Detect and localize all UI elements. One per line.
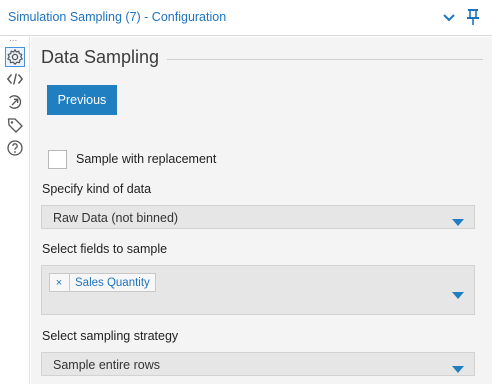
tag-icon[interactable] bbox=[6, 116, 24, 134]
configuration-panel: Data Sampling Previous Sample with repla… bbox=[31, 37, 492, 384]
annotation-icon[interactable] bbox=[6, 93, 24, 111]
tag-divider bbox=[69, 274, 70, 291]
pin-icon[interactable] bbox=[465, 8, 481, 26]
sidebar-more[interactable]: ... bbox=[9, 34, 17, 44]
sampling-strategy-label: Select sampling strategy bbox=[42, 329, 179, 343]
remove-tag-icon[interactable]: × bbox=[54, 277, 64, 289]
code-icon[interactable] bbox=[6, 70, 24, 88]
previous-button[interactable]: Previous bbox=[47, 85, 117, 115]
sampling-strategy-select[interactable]: Sample entire rows bbox=[41, 352, 475, 376]
window-title-bar: Simulation Sampling (7) - Configuration bbox=[0, 0, 492, 36]
gear-icon[interactable] bbox=[5, 47, 25, 67]
help-icon[interactable] bbox=[6, 139, 24, 157]
sampling-strategy-value: Sample entire rows bbox=[53, 358, 160, 372]
chevron-down-icon[interactable] bbox=[442, 11, 456, 23]
window-title: Simulation Sampling (7) - Configuration bbox=[8, 10, 227, 24]
fields-to-sample-label: Select fields to sample bbox=[42, 242, 168, 256]
section-divider bbox=[167, 59, 483, 60]
fields-to-sample-multiselect[interactable]: × Sales Quantity bbox=[41, 265, 475, 315]
caret-down-icon[interactable] bbox=[452, 287, 464, 299]
selected-field-tag: × Sales Quantity bbox=[49, 273, 156, 292]
selected-field-label: Sales Quantity bbox=[75, 276, 150, 289]
kind-of-data-label: Specify kind of data bbox=[42, 182, 152, 196]
sidebar: ... bbox=[0, 34, 30, 384]
section-title: Data Sampling bbox=[41, 47, 160, 67]
sample-with-replacement-label[interactable]: Sample with replacement bbox=[76, 152, 216, 166]
kind-of-data-select[interactable]: Raw Data (not binned) bbox=[41, 205, 475, 229]
kind-of-data-value: Raw Data (not binned) bbox=[53, 211, 179, 225]
caret-down-icon bbox=[452, 214, 464, 226]
caret-down-icon bbox=[452, 361, 464, 373]
sample-with-replacement-checkbox[interactable] bbox=[48, 150, 67, 169]
